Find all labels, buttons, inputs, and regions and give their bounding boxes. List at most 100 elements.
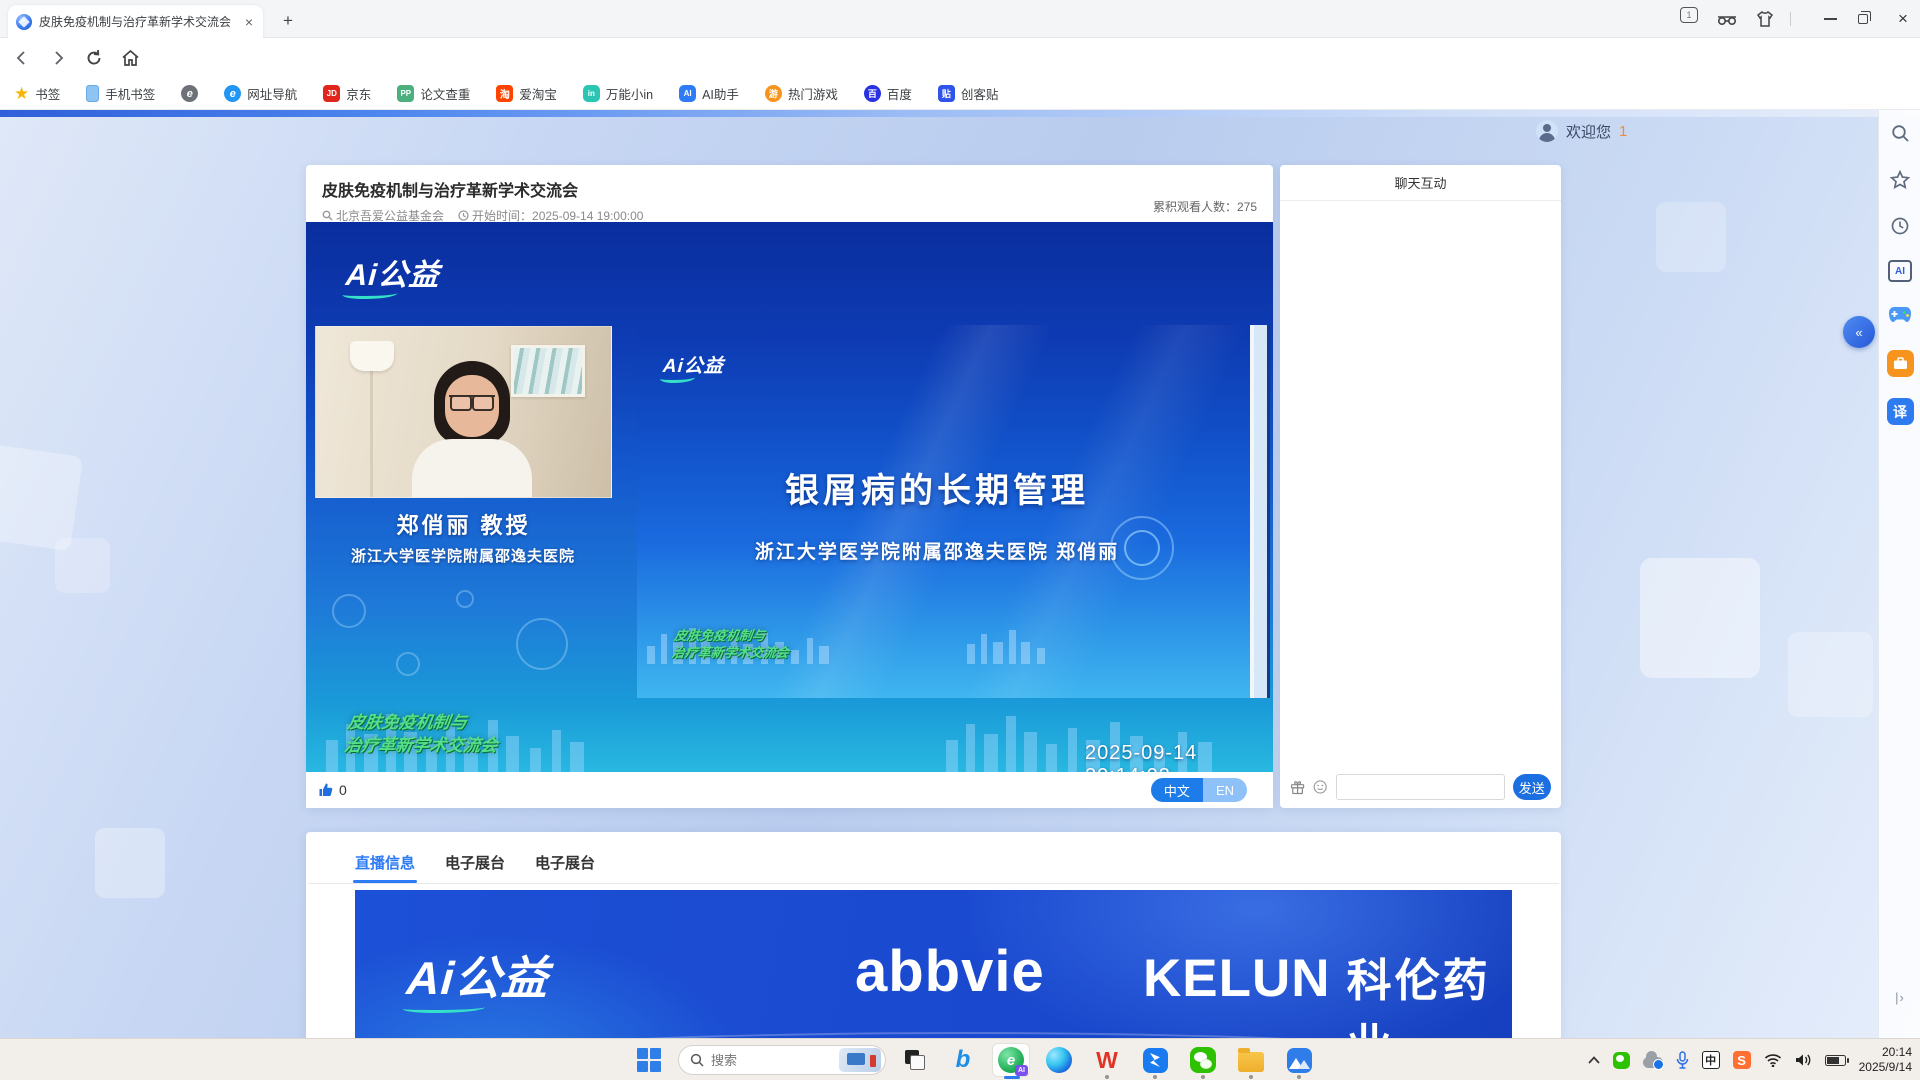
lang-zh-button[interactable]: 中文 — [1151, 778, 1203, 802]
search-icon — [690, 1053, 704, 1067]
rail-toolbox-briefcase-icon[interactable] — [1879, 350, 1920, 377]
bookmark-shouji-shuqian[interactable]: 手机书签 — [86, 84, 155, 103]
bookmarks-bar: ★书签 手机书签 e e网址导航 JD京东 PP论文查重 淘爱淘宝 in万能小i… — [0, 78, 1920, 110]
chat-message-list[interactable] — [1280, 201, 1561, 766]
taskbar-search-input[interactable] — [711, 1053, 832, 1068]
forward-icon[interactable] — [46, 46, 70, 70]
emoji-icon[interactable] — [1313, 778, 1327, 796]
live-page: 欢迎您 1 皮肤免疫机制与治疗革新学术交流会 北京吾爱公益基金会 开始时间：20… — [0, 110, 1920, 1038]
video-stream[interactable]: Ai公益 郑俏丽 教授 浙江大学医学院附属邵逸夫医院 — [306, 222, 1273, 772]
file-explorer-icon[interactable] — [1232, 1043, 1270, 1077]
tab-expo-2[interactable]: 电子展台 — [535, 852, 595, 883]
rail-ai-icon[interactable]: AI — [1879, 260, 1920, 282]
bookmark-wangzhi-daohang[interactable]: e网址导航 — [224, 84, 297, 103]
rail-games-gamepad-icon[interactable] — [1879, 306, 1920, 323]
tab-expo-1[interactable]: 电子展台 — [445, 852, 505, 883]
bookmark-lunwen-chachong[interactable]: PP论文查重 — [397, 84, 470, 103]
user-avatar[interactable] — [1536, 120, 1558, 142]
edge-app-icon[interactable] — [1040, 1043, 1078, 1077]
tab-count-icon[interactable]: 1 — [1680, 7, 1698, 23]
home-icon[interactable] — [118, 46, 142, 70]
new-tab-button[interactable]: + — [276, 9, 300, 33]
taskbar-search[interactable] — [678, 1045, 886, 1075]
page-top-gradient — [0, 110, 1920, 117]
lamp-shade-decor — [350, 341, 394, 371]
bookmark-wanneng-xiaoin[interactable]: in万能小in — [583, 84, 653, 103]
send-button[interactable]: 发送 — [1513, 774, 1551, 800]
chat-panel: 聊天互动 发送 — [1280, 165, 1561, 808]
stream-watermark: 皮肤免疫机制与 治疗革新学术交流会 — [343, 711, 502, 757]
restore-button[interactable] — [1858, 7, 1868, 31]
start-button[interactable] — [630, 1043, 668, 1077]
lang-en-button[interactable]: EN — [1203, 778, 1247, 802]
wall-art-decor — [511, 345, 585, 397]
stream-timestamp: 2025-09-14 20:14:03 — [1085, 742, 1273, 772]
browser-tab[interactable]: 皮肤免疫机制与治疗革新学术交流会 × — [8, 5, 263, 38]
taobao-icon: 淘 — [496, 85, 513, 102]
browser-side-rail: AI 译 « |› — [1878, 110, 1920, 1038]
language-toggle[interactable]: 中文 EN — [1151, 778, 1247, 802]
wps-app-icon[interactable]: W — [1088, 1043, 1126, 1077]
star-icon: ★ — [14, 85, 29, 102]
bookmark-ai-zhushou[interactable]: AIAI助手 — [679, 84, 739, 103]
chuangketie-icon: 贴 — [938, 85, 955, 102]
screen: 皮肤免疫机制与治疗革新学术交流会 × + 1 × live2.s — [0, 0, 1920, 1080]
tray-ime-icon[interactable]: 中 — [1702, 1051, 1720, 1069]
bookmark-jd[interactable]: JD京东 — [323, 84, 371, 103]
reload-icon[interactable] — [82, 46, 106, 70]
browser-360ai-app-icon[interactable]: eAI — [992, 1043, 1030, 1077]
tray-wechat-icon[interactable] — [1613, 1052, 1630, 1069]
rail-collapse-handle[interactable]: « — [1843, 316, 1875, 348]
rail-search-icon[interactable] — [1879, 124, 1920, 143]
bookmark-shuqian[interactable]: ★书签 — [14, 84, 60, 103]
tab-close-icon[interactable]: × — [243, 14, 255, 30]
ai-chat-icon: AI — [679, 85, 696, 102]
like-count: 0 — [339, 782, 347, 798]
back-icon[interactable] — [10, 46, 34, 70]
tray-battery-icon[interactable] — [1825, 1055, 1846, 1066]
slide-edge-dark — [1267, 325, 1270, 698]
incognito-glasses-icon[interactable] — [1714, 7, 1740, 31]
chat-input[interactable] — [1336, 774, 1505, 800]
bookmark-chuangketie[interactable]: 贴创客贴 — [938, 84, 999, 103]
bookmark-aitaobao[interactable]: 淘爱淘宝 — [496, 84, 557, 103]
tray-sogou-icon[interactable]: S — [1733, 1051, 1751, 1069]
tray-volume-icon[interactable] — [1795, 1053, 1812, 1067]
bookmark-baidu[interactable]: 百百度 — [864, 84, 912, 103]
close-window-button[interactable]: × — [1894, 7, 1912, 31]
gift-icon[interactable] — [1290, 778, 1305, 797]
tray-wifi-icon[interactable] — [1764, 1053, 1782, 1067]
cell-decor — [396, 652, 420, 676]
live-video-card: 皮肤免疫机制与治疗革新学术交流会 北京吾爱公益基金会 开始时间：2025-09-… — [306, 165, 1273, 808]
slide-aigongyi-logo: Ai公益 — [662, 351, 725, 378]
rail-favorites-star-icon[interactable] — [1879, 170, 1920, 189]
clock-icon — [458, 210, 469, 221]
phone-icon — [86, 85, 99, 102]
theme-shirt-icon[interactable] — [1752, 7, 1778, 31]
tab-live-info[interactable]: 直播信息 — [355, 852, 415, 883]
tab-favicon-icon — [16, 14, 32, 30]
wechat-app-icon[interactable] — [1184, 1043, 1222, 1077]
tabs-divider — [308, 883, 1559, 884]
decor-square — [1640, 558, 1760, 678]
sponsor-banner[interactable]: Ai公益 abbvie KELUN 科伦药业 — [355, 890, 1512, 1038]
rail-history-clock-icon[interactable] — [1879, 216, 1920, 236]
rail-translate-icon[interactable]: 译 — [1879, 398, 1920, 425]
tray-cloud-icon[interactable] — [1643, 1053, 1663, 1068]
like-button[interactable]: 0 — [318, 782, 347, 798]
bookmark-remen-youxi[interactable]: 游热门游戏 — [765, 84, 838, 103]
info-card: 直播信息 电子展台 电子展台 Ai公益 abbvie KELUN 科伦药业 — [306, 832, 1561, 1038]
search-highlight-image[interactable] — [839, 1048, 881, 1072]
thunder-app-icon[interactable] — [1136, 1043, 1174, 1077]
mountain-app-icon[interactable] — [1280, 1043, 1318, 1077]
tray-chevron-up-icon[interactable] — [1588, 1056, 1600, 1064]
org-magnifier-icon — [322, 210, 333, 221]
tray-microphone-icon[interactable] — [1676, 1051, 1689, 1069]
rail-expand-button[interactable]: |› — [1879, 990, 1920, 1005]
bing-app-icon[interactable]: b — [944, 1043, 982, 1077]
tray-clock[interactable]: 20:14 2025/9/14 — [1859, 1045, 1912, 1075]
cell-decor — [456, 590, 474, 608]
bookmark-gray-e[interactable]: e — [181, 85, 198, 102]
task-view-button[interactable] — [896, 1043, 934, 1077]
minimize-button[interactable] — [1822, 7, 1838, 31]
